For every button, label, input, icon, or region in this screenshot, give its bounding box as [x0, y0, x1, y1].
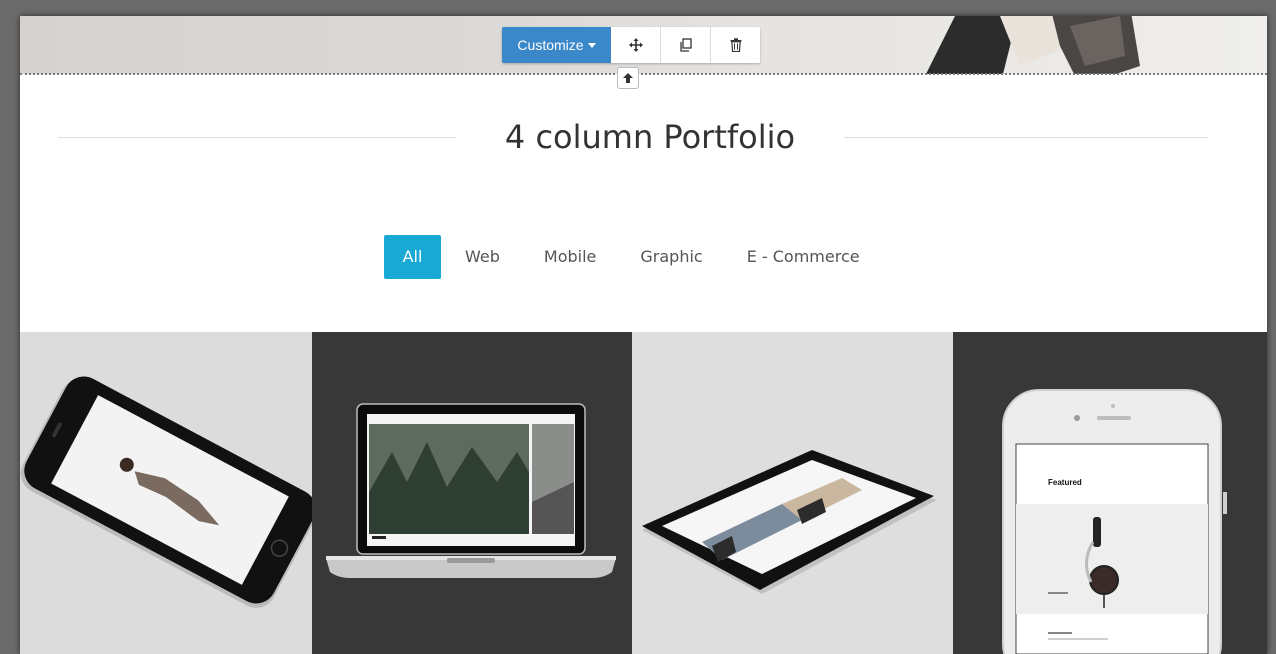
portfolio-item-smartphone[interactable] — [20, 332, 312, 654]
smartphone-mockup-image — [20, 376, 312, 608]
page-canvas: Customize 4 column Portfolio All Web Mob… — [20, 16, 1267, 654]
move-button[interactable] — [611, 27, 661, 63]
section-title-row: 4 column Portfolio — [58, 112, 1208, 162]
duplicate-button[interactable] — [661, 27, 711, 63]
filter-web[interactable]: Web — [465, 235, 500, 279]
filter-graphic[interactable]: Graphic — [640, 235, 702, 279]
portfolio-item-tablet[interactable] — [632, 332, 953, 654]
hero-image — [926, 16, 1140, 74]
filter-e-commerce[interactable]: E - Commerce — [747, 235, 860, 279]
filter-all[interactable]: All — [384, 235, 441, 279]
move-up-button[interactable] — [617, 67, 639, 89]
filter-mobile[interactable]: Mobile — [544, 235, 596, 279]
title-divider-left — [58, 137, 456, 138]
section-boundary-line — [20, 73, 1267, 75]
customize-button[interactable]: Customize — [502, 27, 611, 63]
portfolio-grid: Featured — [20, 332, 1267, 654]
portfolio-filter-tabs: All Web Mobile Graphic E - Commerce — [384, 235, 860, 279]
portfolio-item-iphone[interactable]: Featured — [953, 332, 1267, 654]
iphone-mockup-image — [1002, 389, 1227, 654]
page-title: 4 column Portfolio — [504, 118, 796, 156]
duplicate-icon — [679, 38, 692, 52]
delete-button[interactable] — [711, 27, 760, 63]
title-divider-right — [844, 137, 1208, 138]
move-icon — [628, 38, 643, 52]
customize-label: Customize — [517, 37, 584, 53]
portfolio-item-laptop[interactable] — [312, 332, 632, 654]
trash-icon — [730, 38, 741, 52]
iphone-screen-heading: Featured — [1048, 478, 1082, 487]
tablet-mockup-image — [642, 450, 937, 594]
section-toolbar: Customize — [502, 27, 760, 63]
caret-down-icon — [587, 42, 596, 48]
arrow-up-icon — [623, 73, 633, 83]
laptop-mockup-image — [326, 403, 616, 578]
